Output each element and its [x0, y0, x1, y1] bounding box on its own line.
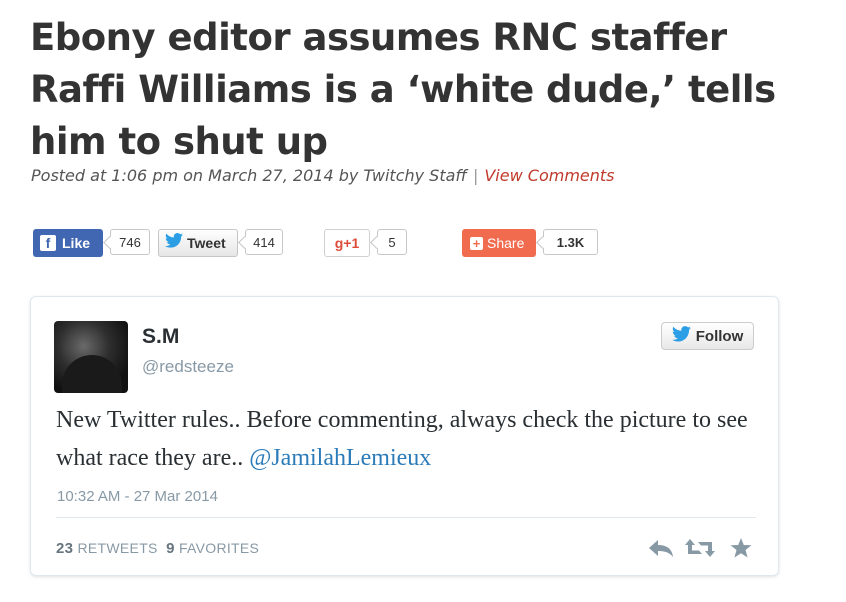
favorites-count[interactable]: 9: [166, 540, 175, 557]
tweet-divider: [56, 517, 756, 518]
tweet-author-name[interactable]: S.M: [142, 325, 179, 349]
retweets-count[interactable]: 23: [56, 540, 73, 557]
twitter-bird-icon: [165, 233, 183, 253]
tweet-button[interactable]: Tweet: [158, 229, 238, 257]
tweet-button-label: Tweet: [187, 235, 226, 251]
tweet-count: 414: [245, 229, 283, 255]
share-count: 1.3K: [543, 229, 598, 255]
facebook-like-button[interactable]: f Like: [33, 229, 103, 257]
favorites-label[interactable]: FAVORITES: [179, 540, 259, 556]
follow-button[interactable]: Follow: [661, 322, 754, 350]
retweet-icon[interactable]: [684, 537, 716, 561]
follow-button-label: Follow: [695, 327, 744, 345]
tweet-text: New Twitter rules.. Before commenting, a…: [56, 401, 756, 477]
article-byline: Posted at 1:06 pm on March 27, 2014 by T…: [31, 166, 615, 185]
share-button-label: Share: [487, 235, 525, 251]
facebook-f-icon: f: [40, 235, 56, 251]
article-headline: Ebony editor assumes RNC staffer Raffi W…: [30, 16, 776, 163]
tweet-mention-link[interactable]: @JamilahLemieux: [249, 445, 431, 471]
avatar[interactable]: [54, 321, 128, 393]
twitter-bird-icon: [671, 325, 691, 347]
avatar-silhouette: [62, 355, 122, 393]
share-button[interactable]: + Share: [462, 229, 536, 257]
embedded-tweet: S.M @redsteeze Follow New Twitter rules.…: [30, 296, 779, 576]
retweets-label[interactable]: RETWEETS: [78, 540, 158, 556]
google-plus-one-button[interactable]: g+1: [324, 229, 370, 257]
google-plus-label: g+1: [334, 235, 360, 251]
plus-square-icon: +: [470, 236, 483, 250]
view-comments-link[interactable]: View Comments: [484, 166, 614, 185]
tweet-author-handle[interactable]: @redsteeze: [142, 357, 234, 377]
google-plus-count: 5: [377, 229, 407, 255]
byline-text: Posted at 1:06 pm on March 27, 2014 by T…: [31, 166, 467, 185]
reply-icon[interactable]: [647, 537, 675, 561]
tweet-stats: 23 RETWEETS 9 FAVORITES: [56, 540, 259, 557]
facebook-like-count: 746: [110, 229, 150, 255]
share-bar: f Like 746 Tweet 414 g+1 5 + Share 1.3K: [0, 229, 846, 259]
facebook-like-label: Like: [62, 235, 91, 251]
byline-separator: |: [472, 166, 479, 185]
tweet-timestamp[interactable]: 10:32 AM - 27 Mar 2014: [57, 488, 218, 505]
favorite-star-icon[interactable]: [729, 537, 755, 561]
